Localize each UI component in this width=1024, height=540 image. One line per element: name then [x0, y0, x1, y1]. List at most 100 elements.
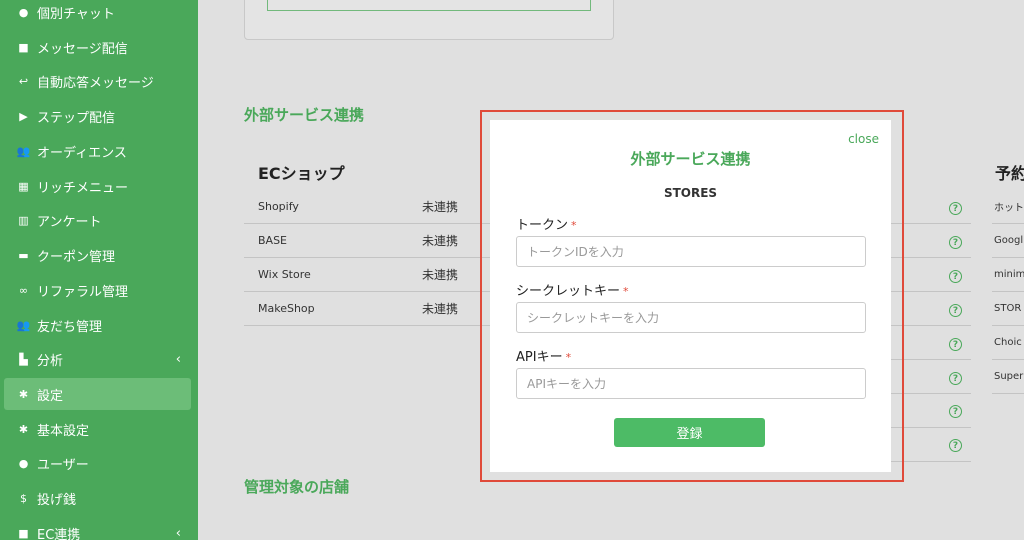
stores-integration-modal: close 外部サービス連携 STORES トークン* シークレットキー* AP…	[490, 120, 891, 472]
help-icon[interactable]: ?	[949, 236, 962, 249]
api-key-label-text: APIキー	[516, 350, 563, 365]
token-label: トークン *	[516, 214, 577, 233]
sidebar-item-label: ステップ配信	[37, 110, 116, 126]
analytics-chart-icon: ▙	[19, 352, 28, 366]
help-icon[interactable]: ?	[949, 405, 962, 418]
sidebar-item-audience[interactable]: 👥 オーディエンス	[4, 135, 191, 167]
sidebar-item-label: 自動応答メッセージ	[37, 75, 154, 91]
sidebar-item-label: EC連携	[37, 527, 81, 540]
reservation-row: STOR	[992, 292, 1024, 326]
sidebar-item-survey[interactable]: ▥ アンケート	[4, 204, 191, 236]
help-icon[interactable]: ?	[949, 202, 962, 215]
gear-icon: ✱	[18, 422, 29, 436]
dollar-icon: $	[20, 491, 27, 505]
reservation-row: Super	[992, 360, 1024, 394]
secret-key-input[interactable]	[516, 302, 866, 333]
ec-row-wix: Wix Store 未連携	[244, 258, 494, 292]
sidebar: ● 個別チャット ■ メッセージ配信 ↩ 自動応答メッセージ ▶ ステップ配信 …	[0, 0, 198, 540]
reservation-row: ホット	[992, 190, 1024, 224]
reply-icon: ↩	[18, 74, 29, 88]
link-status: 未連携	[422, 302, 459, 316]
service-name: Shopify	[258, 200, 299, 213]
secret-key-label: シークレットキー *	[516, 280, 629, 299]
help-icon[interactable]: ?	[949, 372, 962, 385]
sidebar-item-friends[interactable]: 👥 友だち管理	[4, 309, 191, 341]
sidebar-item-users[interactable]: ● ユーザー	[4, 447, 191, 479]
ec-row-base: BASE 未連携	[244, 224, 494, 258]
api-key-label: APIキー *	[516, 346, 571, 365]
link-status: 未連携	[422, 200, 459, 214]
close-button[interactable]: close	[848, 132, 879, 146]
shopping-bag-icon: ■	[18, 526, 29, 540]
reservation-row: minim	[992, 258, 1024, 292]
sidebar-item-analytics[interactable]: ▙ 分析 ‹	[4, 343, 191, 375]
required-mark: *	[623, 285, 629, 298]
chat-bubble-icon: ●	[18, 5, 29, 19]
play-circle-icon: ▶	[19, 109, 28, 123]
service-name: MakeShop	[258, 302, 315, 315]
sidebar-item-label: 個別チャット	[37, 6, 115, 22]
sidebar-item-individual-chat[interactable]: ● 個別チャット	[4, 0, 191, 28]
token-input[interactable]	[516, 236, 866, 267]
modal-subtitle: STORES	[663, 186, 718, 200]
ec-shop-title: ECショップ	[258, 164, 345, 183]
help-icon[interactable]: ?	[949, 338, 962, 351]
sidebar-item-label: アンケート	[37, 214, 102, 230]
register-button[interactable]: 登録	[614, 418, 765, 447]
service-name: Wix Store	[258, 268, 311, 281]
service-name: BASE	[258, 234, 288, 247]
sidebar-item-label: 基本設定	[37, 423, 90, 439]
secret-key-label-text: シークレットキー	[516, 284, 621, 299]
sidebar-item-label: リッチメニュー	[37, 180, 129, 196]
sidebar-item-referral[interactable]: ∞ リファラル管理	[4, 274, 191, 306]
sidebar-item-label: クーポン管理	[37, 249, 116, 265]
link-icon: ∞	[18, 283, 29, 297]
required-mark: *	[571, 219, 577, 232]
sidebar-item-tipping[interactable]: $ 投げ銭	[4, 482, 191, 514]
reservation-row: Googl	[992, 224, 1024, 258]
chevron-left-icon: ‹	[175, 525, 181, 540]
top-card-input[interactable]	[267, 0, 591, 11]
section-title-managed-stores: 管理対象の店舗	[244, 478, 350, 496]
link-status: 未連携	[422, 234, 459, 248]
sidebar-item-rich-menu[interactable]: ▦ リッチメニュー	[4, 170, 191, 202]
sidebar-item-step-delivery[interactable]: ▶ ステップ配信	[4, 100, 191, 132]
help-icon[interactable]: ?	[949, 304, 962, 317]
token-label-text: トークン	[516, 218, 569, 233]
sidebar-item-label: リファラル管理	[37, 284, 129, 300]
help-icon[interactable]: ?	[949, 270, 962, 283]
sidebar-item-label: ユーザー	[37, 457, 89, 473]
users-icon: 👥	[16, 144, 31, 158]
help-icon[interactable]: ?	[949, 439, 962, 452]
sidebar-item-coupon[interactable]: ▬ クーポン管理	[4, 239, 191, 271]
sidebar-item-label: 分析	[37, 353, 64, 369]
required-mark: *	[565, 351, 572, 364]
sidebar-item-label: 投げ銭	[37, 492, 77, 508]
ticket-icon: ▬	[18, 248, 29, 262]
reservation-title: 予約	[995, 164, 1024, 183]
grid-icon: ▦	[18, 179, 29, 193]
sidebar-item-label: 友だち管理	[37, 319, 103, 335]
sidebar-item-label: 設定	[37, 388, 64, 404]
sidebar-item-label: メッセージ配信	[37, 41, 128, 57]
ec-row-shopify: Shopify 未連携	[244, 190, 494, 224]
modal-title: 外部サービス連携	[630, 150, 751, 168]
chevron-left-icon: ‹	[175, 351, 181, 367]
top-card	[244, 0, 614, 40]
reservation-row: Choic	[992, 326, 1024, 360]
ec-row-makeshop: MakeShop 未連携	[244, 292, 494, 326]
api-key-input[interactable]	[516, 368, 866, 399]
gear-icon: ✱	[18, 387, 29, 401]
message-icon: ■	[18, 40, 29, 54]
sidebar-item-message-delivery[interactable]: ■ メッセージ配信	[4, 31, 191, 63]
friends-icon: 👥	[16, 318, 31, 332]
sidebar-item-basic-settings[interactable]: ✱ 基本設定	[4, 413, 191, 445]
user-icon: ●	[18, 456, 29, 470]
sidebar-item-ec-integration[interactable]: ■ EC連携 ‹	[4, 517, 191, 540]
sidebar-item-label: オーディエンス	[37, 145, 127, 161]
sidebar-item-settings[interactable]: ✱ 設定	[4, 378, 191, 410]
survey-chart-icon: ▥	[18, 213, 29, 227]
section-title-external-services: 外部サービス連携	[244, 106, 365, 124]
link-status: 未連携	[422, 268, 459, 282]
sidebar-item-auto-reply[interactable]: ↩ 自動応答メッセージ	[4, 65, 191, 97]
